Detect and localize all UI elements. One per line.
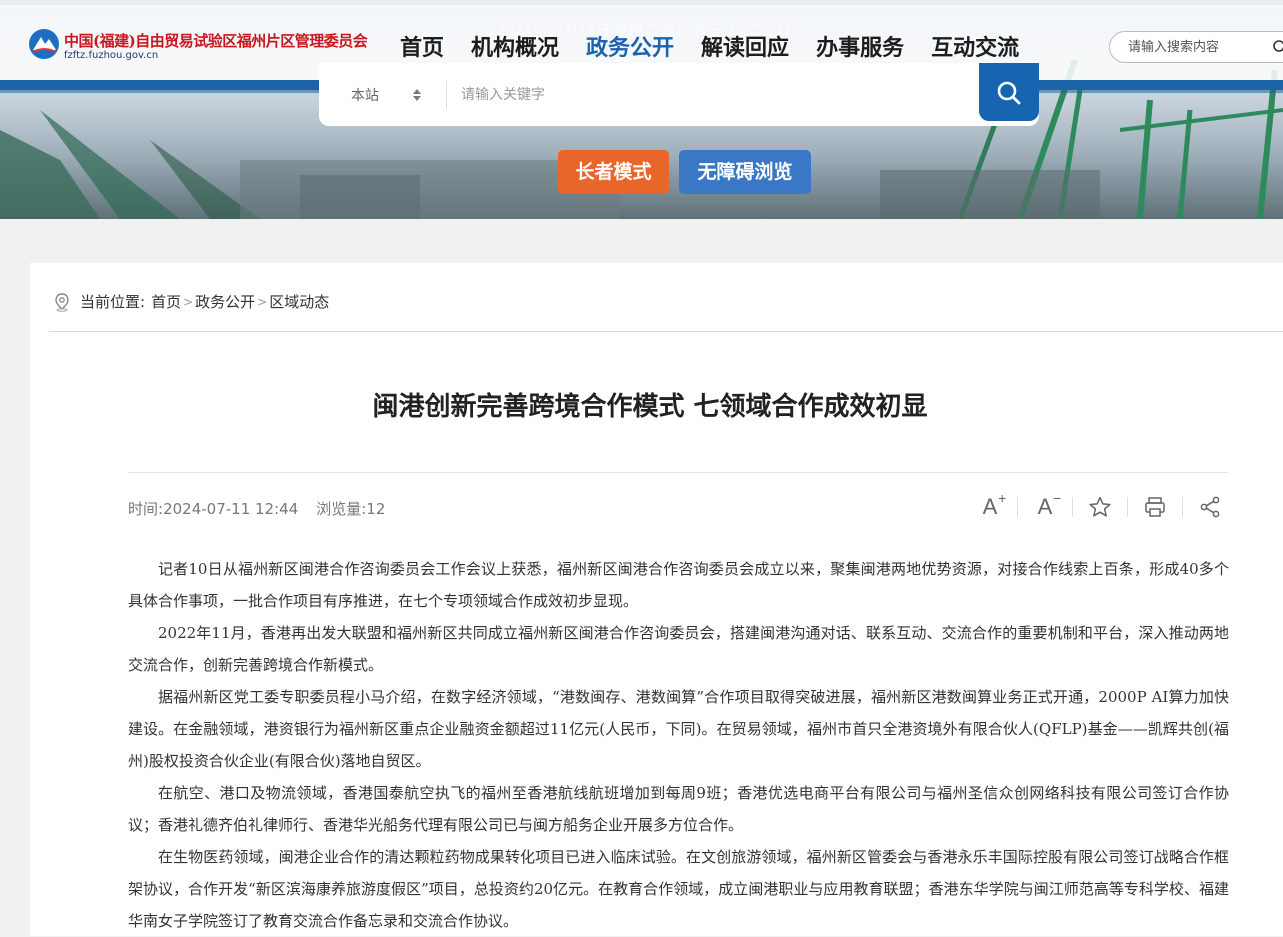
nav-home[interactable]: 首页 [400,30,444,62]
magnifier-icon [997,81,1021,105]
site-search-button[interactable] [979,63,1039,121]
article-paragraph: 记者10日从福州新区闽港合作咨询委员会工作会议上获悉，福州新区闽港合作咨询委员会… [128,560,1229,610]
site-search-box: 本站 [319,63,1039,126]
share-icon[interactable] [1196,492,1224,522]
elder-mode-button[interactable]: 长者模式 [558,150,669,194]
article-title: 闽港创新完善跨境合作模式 七领域合作成效初显 [372,392,928,422]
views-label: 浏览量: [316,500,367,518]
search-divider [446,81,447,109]
breadcrumb-divider [49,331,1283,332]
search-scope-select[interactable]: 本站 [351,85,379,105]
breadcrumb-prefix: 当前位置: [80,293,146,311]
breadcrumb-regional-news[interactable]: 区域动态 [269,291,329,312]
nav-gov-affairs[interactable]: 政务公开 [586,30,674,62]
font-increase-icon[interactable]: A + [976,490,1007,522]
title-divider [128,472,1228,473]
breadcrumb-separator: > [183,294,194,309]
publish-time: 2024-07-11 12:44 [163,500,299,518]
keyword-input[interactable] [459,85,963,103]
location-pin-icon [55,292,69,312]
nav-services[interactable]: 办事服务 [816,30,904,62]
scope-sort-icon[interactable] [412,87,422,103]
view-count: 12 [366,500,386,518]
breadcrumb: 当前位置: 首页 > 政务公开 > 区域动态 [52,291,329,312]
nav-org-overview[interactable]: 机构概况 [471,30,559,62]
favorite-star-icon[interactable] [1086,492,1114,522]
breadcrumb-gov-affairs[interactable]: 政务公开 [195,291,255,312]
header-search [1109,31,1283,63]
font-decrease-icon[interactable]: A − [1031,490,1062,522]
header-search-input[interactable] [1126,38,1255,55]
tool-divider [1182,497,1183,517]
nav-interaction[interactable]: 互动交流 [931,30,1019,62]
article-tools: A + A − [976,490,1224,522]
main-nav: 首页 机构概况 政务公开 解读回应 办事服务 互动交流 [400,30,1046,62]
tool-divider [1127,497,1128,517]
accessible-browse-button[interactable]: 无障碍浏览 [679,150,811,194]
article-body: 记者10日从福州新区闽港合作咨询委员会工作会议上获悉，福州新区闽港合作咨询委员会… [128,553,1229,937]
time-label: 时间: [128,500,164,518]
article-card: 当前位置: 首页 > 政务公开 > 区域动态 闽港创新完善跨境合作模式 七领域合… [30,263,1283,936]
nav-interpretation[interactable]: 解读回应 [701,30,789,62]
print-icon[interactable] [1141,492,1169,522]
breadcrumb-home[interactable]: 首页 [151,291,181,312]
search-icon[interactable] [1272,39,1283,55]
article-paragraph: 在航空、港口及物流领域，香港国泰航空执飞的福州至香港航线航班增加到每周9班；香港… [128,784,1229,834]
article-paragraph: 据福州新区党工委专职委员程小马介绍，在数字经济领域，“港数闽存、港数闽算”合作项… [128,688,1229,770]
article-paragraph: 2022年11月，香港再出发大联盟和福州新区共同成立福州新区闽港合作咨询委员会，… [128,624,1229,674]
tool-divider [1017,497,1018,517]
tool-divider [1072,497,1073,517]
site-title[interactable]: 中国(福建)自由贸易试验区福州片区管理委员会 [64,30,368,51]
breadcrumb-separator: > [257,294,268,309]
site-domain: fzftz.fuzhou.gov.cn [64,50,159,61]
site-logo-icon[interactable] [28,28,60,60]
article-paragraph: 在生物医药领域，闽港企业合作的清达颗粒药物成果转化项目已进入临床试验。在文创旅游… [128,848,1229,930]
article-meta: 时间:2024-07-11 12:44 浏览量:12 [128,498,385,519]
